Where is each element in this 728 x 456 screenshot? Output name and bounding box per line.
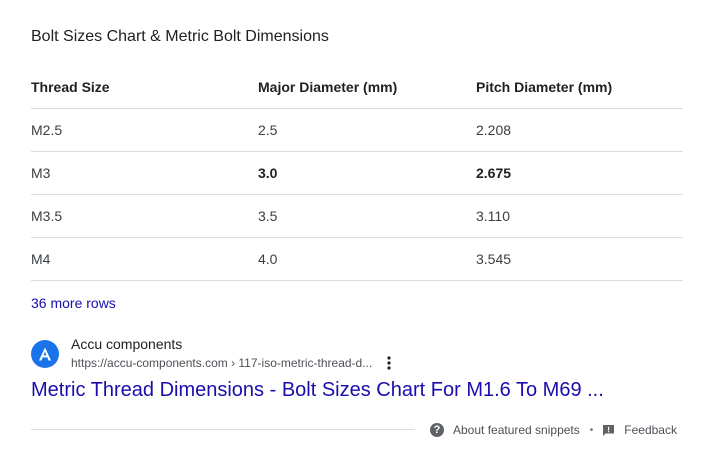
help-icon: ?: [430, 423, 444, 437]
table-cell: M3.5: [31, 194, 258, 238]
site-favicon-icon: [31, 340, 59, 368]
about-featured-snippets-link[interactable]: ? About featured snippets: [430, 423, 580, 437]
dimensions-table: Thread Size Major Diameter (mm) Pitch Di…: [31, 65, 683, 281]
table-cell: 2.5: [258, 108, 476, 152]
table-cell: 3.5: [258, 194, 476, 238]
table-row: M3.5 3.5 3.110: [31, 194, 683, 238]
table-cell: M2.5: [31, 108, 258, 152]
feedback-icon: [602, 424, 615, 437]
table-cell: 2.675: [476, 151, 683, 195]
column-header-pitch-diameter: Pitch Diameter (mm): [476, 65, 683, 109]
column-header-thread-size: Thread Size: [31, 65, 258, 109]
feedback-link[interactable]: Feedback: [602, 423, 677, 437]
snippet-heading: Bolt Sizes Chart & Metric Bolt Dimension…: [31, 28, 329, 45]
table-cell: 4.0: [258, 237, 476, 281]
footer-separator: •: [589, 424, 594, 436]
table-header-row: Thread Size Major Diameter (mm) Pitch Di…: [31, 65, 683, 109]
table-cell: 3.110: [476, 194, 683, 238]
snippet-footer: ? About featured snippets • Feedback: [430, 421, 677, 439]
table-cell: 3.545: [476, 237, 683, 281]
table-row: M4 4.0 3.545: [31, 237, 683, 281]
result-title-link[interactable]: Metric Thread Dimensions - Bolt Sizes Ch…: [31, 379, 604, 402]
column-header-major-diameter: Major Diameter (mm): [258, 65, 476, 109]
site-url[interactable]: https://accu-components.com › 117-iso-me…: [71, 356, 372, 370]
feedback-label: Feedback: [624, 423, 677, 437]
footer-divider: [31, 429, 415, 430]
table-cell: M3: [31, 151, 258, 195]
table-cell: M4: [31, 237, 258, 281]
more-vert-icon[interactable]: [383, 354, 395, 372]
table-cell: 2.208: [476, 108, 683, 152]
table-row: M3 3.0 2.675: [31, 151, 683, 195]
about-featured-snippets-label: About featured snippets: [453, 423, 580, 437]
table-cell: 3.0: [258, 151, 476, 195]
table-row: M2.5 2.5 2.208: [31, 108, 683, 152]
more-rows-link[interactable]: 36 more rows: [31, 295, 116, 311]
site-name[interactable]: Accu components: [71, 336, 182, 352]
